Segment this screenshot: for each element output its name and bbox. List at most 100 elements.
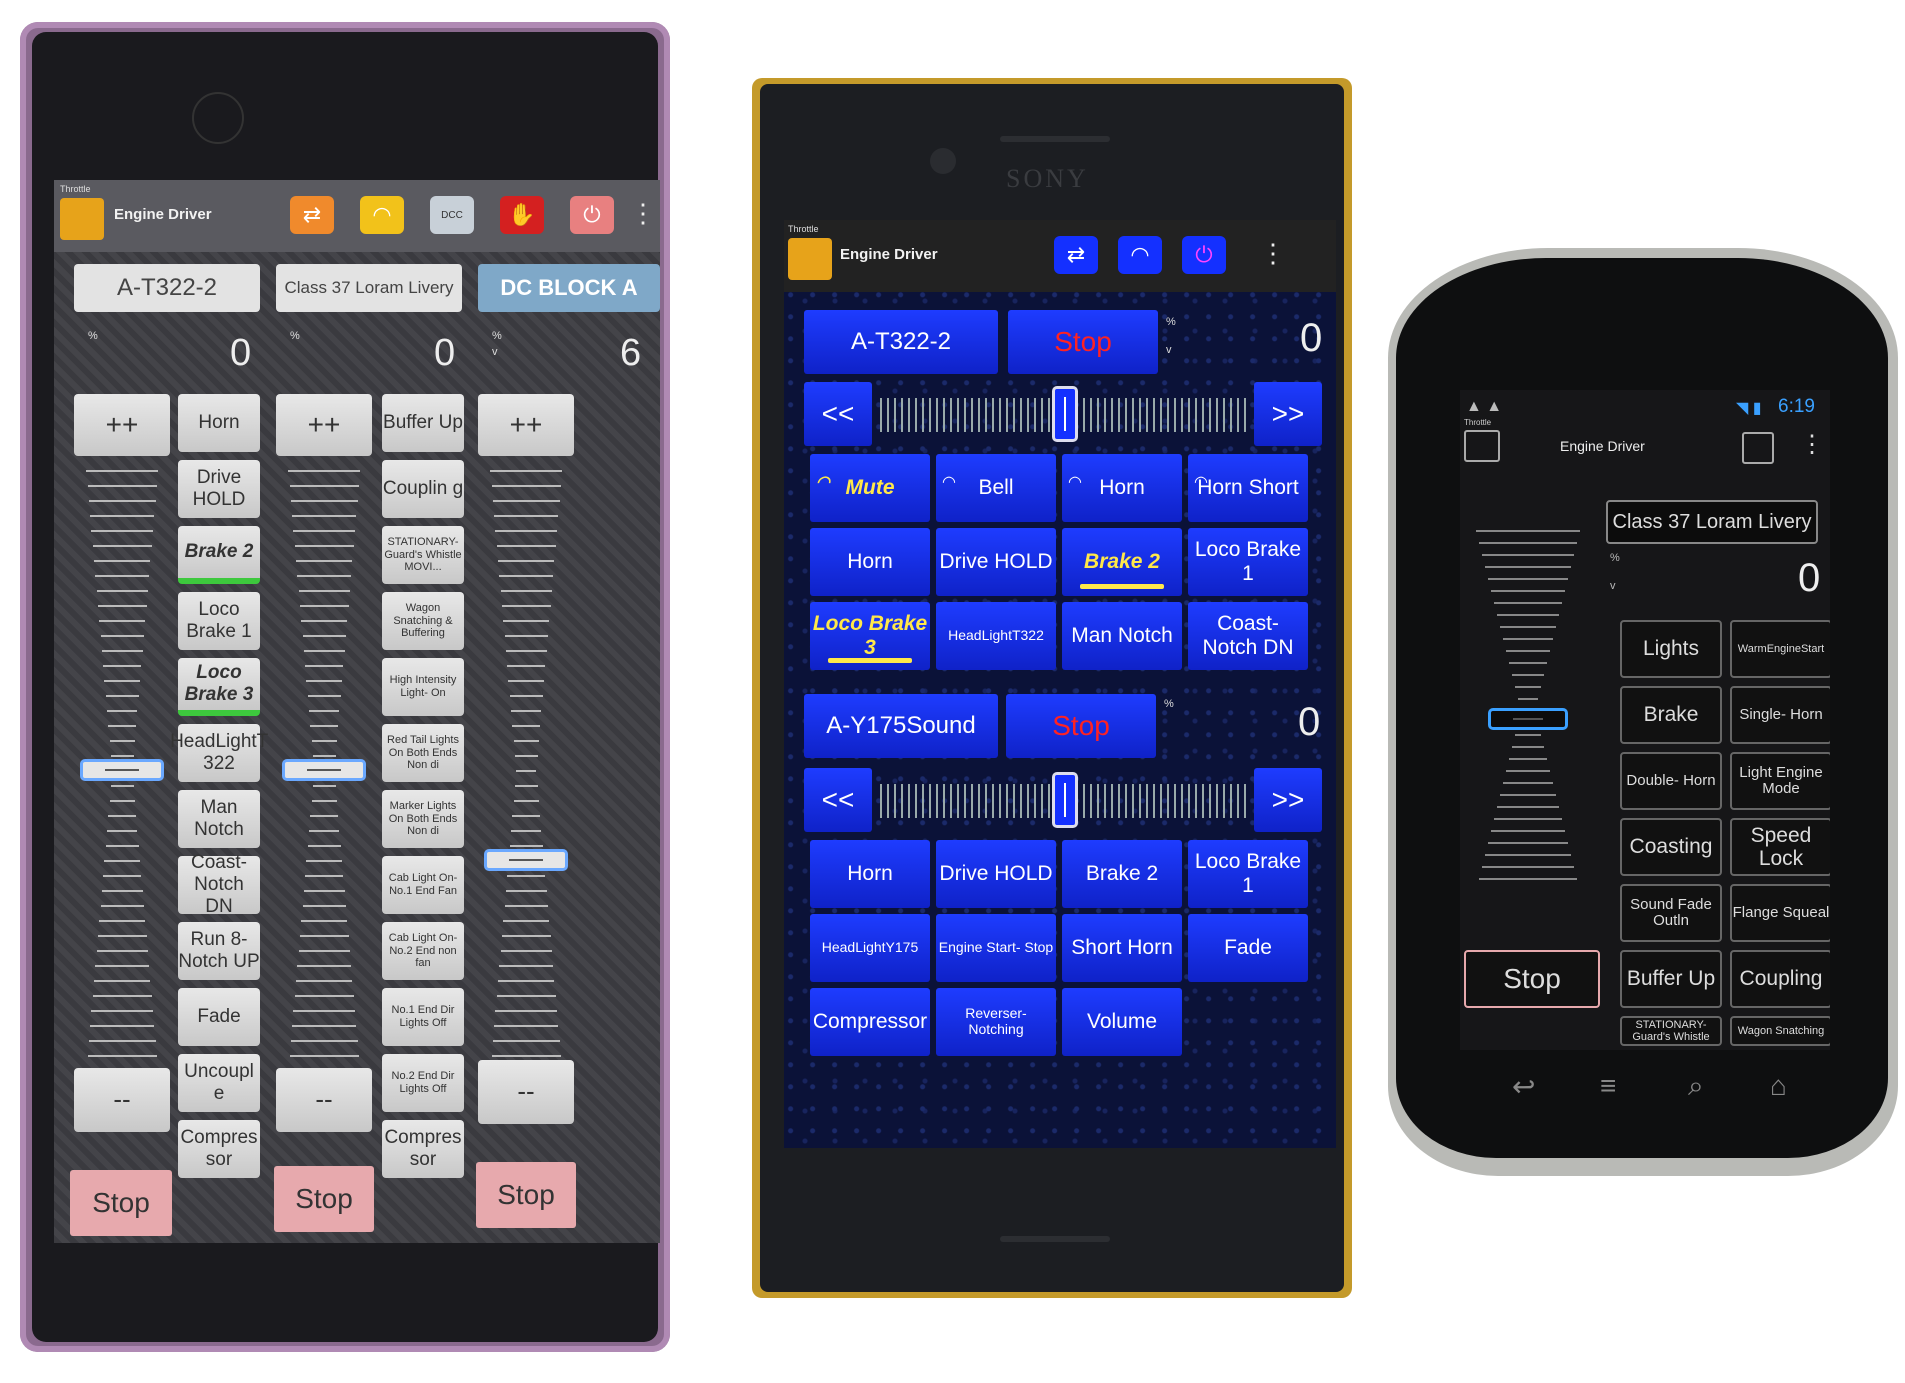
speed-left-button-1[interactable]: << bbox=[804, 382, 872, 446]
p1-function-button-b-0[interactable]: Buffer Up bbox=[382, 394, 464, 452]
p1-function-button-b-1[interactable]: Couplin g bbox=[382, 460, 464, 518]
p2-function-button-b-7[interactable]: Fade bbox=[1188, 914, 1308, 982]
p2-function-button-b-9[interactable]: Reverser- Notching bbox=[936, 988, 1056, 1056]
home-icon[interactable]: ⌂ bbox=[1770, 1070, 1787, 1102]
p3-function-button-2[interactable]: Brake bbox=[1620, 686, 1722, 744]
p1-function-button-b-2[interactable]: STATIONARY- Guard's Whistle MOVI... bbox=[382, 526, 464, 584]
p1-function-button-8[interactable]: Run 8- Notch UP bbox=[178, 922, 260, 980]
speed-up-button-1[interactable]: ++ bbox=[74, 394, 170, 456]
p3-function-button-12[interactable]: STATIONARY- Guard's Whistle bbox=[1620, 1016, 1722, 1046]
dcc-ex-icon[interactable]: DCC bbox=[430, 196, 474, 234]
search-icon[interactable]: ⌕ bbox=[1688, 1070, 1704, 1103]
p2-function-button-1[interactable]: Bell ◠ bbox=[936, 454, 1056, 522]
p1-function-button-10[interactable]: Uncoupl e bbox=[178, 1054, 260, 1112]
back-icon[interactable]: ↩ bbox=[1512, 1070, 1535, 1103]
p2-function-button-3[interactable]: Horn Short ◠ bbox=[1188, 454, 1308, 522]
p2-function-button-b-4[interactable]: HeadLightY175 bbox=[810, 914, 930, 982]
p1-function-button-0[interactable]: Horn bbox=[178, 394, 260, 452]
overflow-menu-icon[interactable]: ⋮ bbox=[1800, 430, 1824, 459]
p3-function-button-6[interactable]: Coasting bbox=[1620, 818, 1722, 876]
p2-function-button-9[interactable]: HeadLightT322 bbox=[936, 602, 1056, 670]
p3-function-button-4[interactable]: Double- Horn bbox=[1620, 752, 1722, 810]
slider-handle[interactable] bbox=[484, 849, 568, 871]
throttle-slider-3[interactable] bbox=[484, 470, 568, 1070]
stop-button-2[interactable]: Stop bbox=[1006, 694, 1156, 758]
p2-function-button-b-6[interactable]: Short Horn bbox=[1062, 914, 1182, 982]
p1-function-button-b-3[interactable]: Wagon Snatching & Buffering bbox=[382, 592, 464, 650]
p2-function-button-b-1[interactable]: Drive HOLD bbox=[936, 840, 1056, 908]
p1-function-button-11[interactable]: Compres sor bbox=[178, 1120, 260, 1178]
p2-function-button-5[interactable]: Drive HOLD bbox=[936, 528, 1056, 596]
p3-function-button-7[interactable]: Speed Lock bbox=[1730, 818, 1830, 876]
p3-function-button-0[interactable]: Lights bbox=[1620, 620, 1722, 678]
menu-icon[interactable]: ≡ bbox=[1600, 1070, 1616, 1102]
p1-function-button-b-6[interactable]: Marker Lights On Both Ends Non di bbox=[382, 790, 464, 848]
headphones-icon[interactable]: ◠ bbox=[360, 196, 404, 234]
slider-handle[interactable] bbox=[282, 759, 366, 781]
slider-handle[interactable] bbox=[80, 759, 164, 781]
overflow-menu-icon[interactable]: ⋮ bbox=[630, 198, 656, 229]
speed-up-button-2[interactable]: ++ bbox=[276, 394, 372, 456]
loco-2-select[interactable]: Class 37 Loram Livery bbox=[276, 264, 462, 312]
p1-function-button-6[interactable]: Man Notch bbox=[178, 790, 260, 848]
p1-function-button-5[interactable]: HeadLightT 322 bbox=[170, 724, 268, 782]
p3-function-button-13[interactable]: Wagon Snatching bbox=[1730, 1016, 1830, 1046]
slider-handle[interactable] bbox=[1488, 708, 1568, 730]
power-icon[interactable]: ⏻ bbox=[570, 196, 614, 234]
overflow-menu-icon[interactable]: ⋮ bbox=[1260, 238, 1286, 269]
stop-button-2[interactable]: Stop bbox=[274, 1166, 374, 1232]
loco-2-select[interactable]: A-Y175Sound bbox=[804, 694, 998, 758]
swap-icon[interactable]: ⇄ bbox=[1054, 236, 1098, 274]
p1-function-button-b-7[interactable]: Cab Light On- No.1 End Fan bbox=[382, 856, 464, 914]
slider-thumb[interactable] bbox=[1052, 772, 1078, 828]
speed-right-button-1[interactable]: >> bbox=[1254, 382, 1322, 446]
p1-function-button-9[interactable]: Fade bbox=[178, 988, 260, 1046]
slider-thumb[interactable] bbox=[1052, 386, 1078, 442]
speed-down-button-1[interactable]: -- bbox=[74, 1068, 170, 1132]
p1-function-button-1[interactable]: Drive HOLD bbox=[178, 460, 260, 518]
p2-function-button-11[interactable]: Coast- Notch DN bbox=[1188, 602, 1308, 670]
p3-function-button-11[interactable]: Coupling bbox=[1730, 950, 1830, 1008]
stop-button-1[interactable]: Stop bbox=[1008, 310, 1158, 374]
dcc-ex-icon[interactable] bbox=[1742, 432, 1774, 464]
speed-left-button-2[interactable]: << bbox=[804, 768, 872, 832]
speed-down-button-2[interactable]: -- bbox=[276, 1068, 372, 1132]
p2-function-button-4[interactable]: Horn bbox=[810, 528, 930, 596]
loco-3-select[interactable]: DC BLOCK A bbox=[478, 264, 660, 312]
throttle-slider[interactable] bbox=[1468, 530, 1588, 910]
throttle-slider-1[interactable] bbox=[880, 382, 1246, 446]
throttle-slider-2[interactable] bbox=[880, 768, 1246, 832]
p3-function-button-3[interactable]: Single- Horn bbox=[1730, 686, 1830, 744]
loco-1-select[interactable]: A-T322-2 bbox=[804, 310, 998, 374]
p2-function-button-b-0[interactable]: Horn bbox=[810, 840, 930, 908]
p1-function-button-b-5[interactable]: Red Tail Lights On Both Ends Non di bbox=[382, 724, 464, 782]
stop-button[interactable]: Stop bbox=[1464, 950, 1600, 1008]
power-icon[interactable]: ⏻ bbox=[1182, 236, 1226, 274]
stop-hand-icon[interactable]: ✋ bbox=[500, 196, 544, 234]
p1-function-button-b-4[interactable]: High Intensity Light- On bbox=[382, 658, 464, 716]
p1-function-button-b-11[interactable]: Compres sor bbox=[382, 1120, 464, 1178]
stop-button-1[interactable]: Stop bbox=[70, 1170, 172, 1236]
p3-function-button-9[interactable]: Flange Squeal bbox=[1730, 884, 1830, 942]
p3-function-button-5[interactable]: Light Engine Mode bbox=[1730, 752, 1830, 810]
p2-function-button-0[interactable]: Mute ◠ bbox=[810, 454, 930, 522]
p1-function-button-2[interactable]: Brake 2 bbox=[178, 526, 260, 584]
speed-up-button-3[interactable]: ++ bbox=[478, 394, 574, 456]
p1-function-button-4[interactable]: Loco Brake 3 bbox=[178, 658, 260, 716]
stop-button-3[interactable]: Stop bbox=[476, 1162, 576, 1228]
throttle-slider-1[interactable] bbox=[80, 470, 164, 1070]
p1-function-button-3[interactable]: Loco Brake 1 bbox=[178, 592, 260, 650]
p1-function-button-b-9[interactable]: No.1 End Dir Lights Off bbox=[382, 988, 464, 1046]
loco-1-select[interactable]: A-T322-2 bbox=[74, 264, 260, 312]
p3-function-button-8[interactable]: Sound Fade Outln bbox=[1620, 884, 1722, 942]
p1-function-button-7[interactable]: Coast- Notch DN bbox=[178, 852, 260, 917]
loco-select[interactable]: Class 37 Loram Livery bbox=[1606, 500, 1818, 544]
p3-function-button-10[interactable]: Buffer Up bbox=[1620, 950, 1722, 1008]
p2-function-button-7[interactable]: Loco Brake 1 bbox=[1188, 528, 1308, 596]
p2-function-button-b-5[interactable]: Engine Start- Stop bbox=[936, 914, 1056, 982]
speed-right-button-2[interactable]: >> bbox=[1254, 768, 1322, 832]
p2-function-button-10[interactable]: Man Notch bbox=[1062, 602, 1182, 670]
p2-function-button-b-8[interactable]: Compressor bbox=[810, 988, 930, 1056]
headphones-icon[interactable]: ◠ bbox=[1118, 236, 1162, 274]
throttle-slider-2[interactable] bbox=[282, 470, 366, 1070]
